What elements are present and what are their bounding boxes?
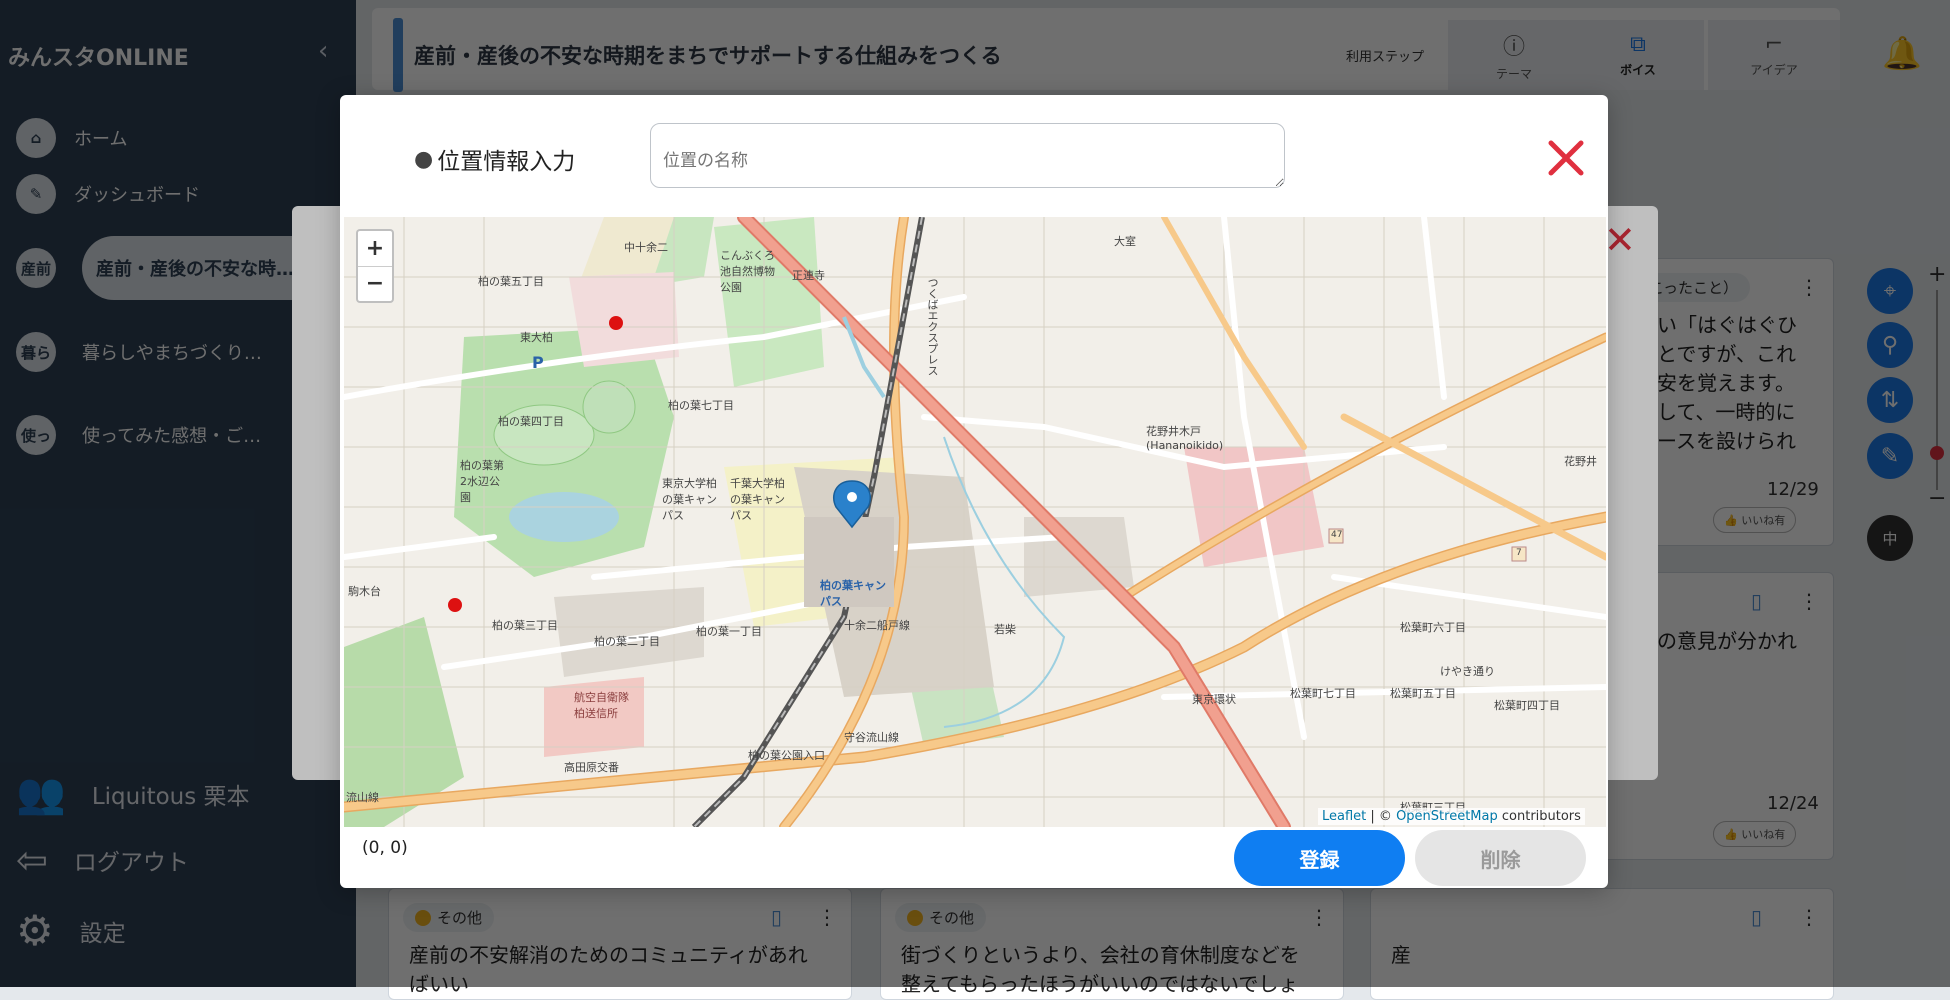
attribution-separator: | © [1370,809,1392,824]
map-label: 松葉町四丁目 [1494,699,1560,712]
osm-link[interactable]: OpenStreetMap [1396,809,1498,824]
map-label: 流山線 [346,791,379,804]
map-label: 中十余二 [624,241,668,254]
map-label: 千葉大学柏の葉キャンパス [730,477,785,522]
delete-button[interactable]: 削除 [1415,830,1586,886]
close-icon[interactable] [1546,138,1586,182]
attribution-tail: contributors [1501,809,1581,824]
parking-icon: P [532,353,544,372]
register-button[interactable]: 登録 [1234,830,1405,886]
map-tiles [344,217,1606,827]
map-label: 大室 [1114,235,1136,248]
map-label: 松葉町七丁目 [1290,687,1356,700]
map-view[interactable]: 中十余二 こんぶくろ池自然博物公園 正連寺 大室 柏の葉五丁目 東大柏 柏の葉四… [344,217,1606,827]
zoom-out-button[interactable]: − [358,267,392,302]
map-pin-icon: ● [414,146,434,172]
map-label: 柏の葉五丁目 [478,275,544,288]
map-label: 東京環状 [1192,693,1236,706]
map-label: 柏の葉一丁目 [696,625,762,638]
map-label: けやき通り [1440,665,1495,678]
map-label: 柏の葉二丁目 [594,635,660,648]
map-label: 柏の葉三丁目 [492,619,558,632]
modal-title-text: 位置情報入力 [437,149,576,175]
map-label: 若柴 [994,623,1016,636]
route-shield: 47 [1331,530,1343,540]
map-label: 松葉町五丁目 [1390,687,1456,700]
map-label: 柏の葉七丁目 [668,399,734,412]
location-name-input[interactable] [650,123,1285,188]
map-label: 航空自衛隊柏送信所 [574,691,629,720]
leaflet-link[interactable]: Leaflet [1322,809,1366,824]
map-label: 守谷流山線 [844,731,899,744]
map-label: 正連寺 [792,269,825,282]
zoom-in-button[interactable]: + [358,231,392,267]
map-label: こんぶくろ池自然博物公園 [720,249,775,294]
modal-title: ● 位置情報入力 [414,142,575,176]
map-label: 東大柏 [520,331,553,344]
map-label: 柏の葉四丁目 [498,415,564,428]
map-label: 駒木台 [348,585,381,598]
map-label: 柏の葉第2水辺公園 [460,459,504,504]
map-label: 花野井木戸 (Hananoikido) [1146,425,1224,452]
map-label: 松葉町六丁目 [1400,621,1466,634]
zoom-control: + − [356,229,394,303]
map-label: 東京大学柏の葉キャンパス [662,477,717,522]
map-attribution: Leaflet | © OpenStreetMap contributors [1318,808,1585,825]
map-label: 高田原交番 [564,761,619,774]
map-label: 十余二船戸線 [844,619,910,632]
station-label: 柏の葉キャンパス [820,579,886,608]
map-label: 花野井 [1564,455,1597,468]
map-label: 柏の葉公園入口 [748,749,825,762]
map-label: つくばエクスプレス [926,277,939,376]
coordinate-readout: (0, 0) [362,838,408,858]
route-shield: 7 [1516,548,1522,558]
